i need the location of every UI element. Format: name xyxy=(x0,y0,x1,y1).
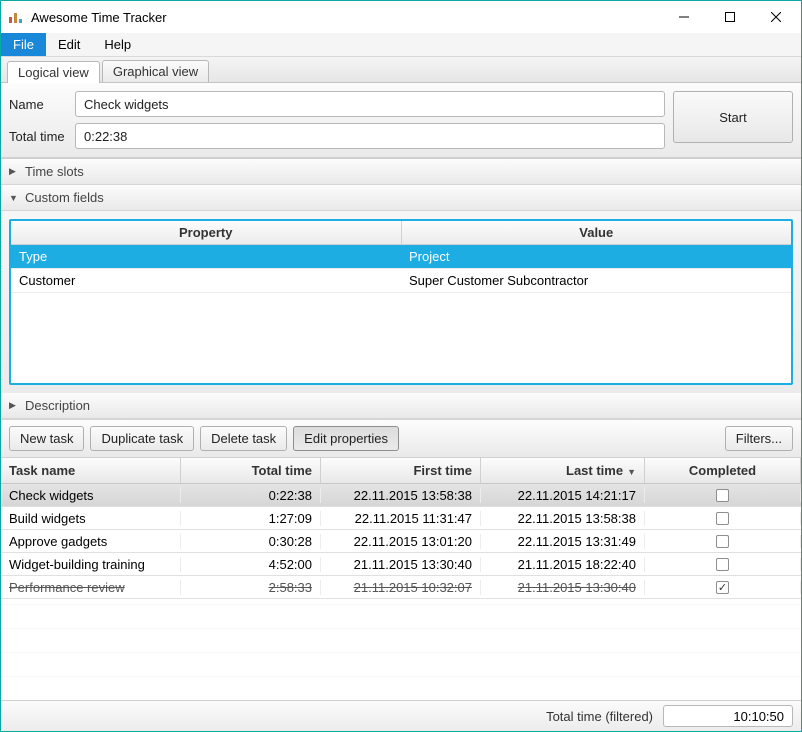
col-total-time[interactable]: Total time xyxy=(181,458,321,483)
accordion-customfields[interactable]: ▼ Custom fields xyxy=(1,185,801,211)
menu-edit[interactable]: Edit xyxy=(46,33,92,56)
completed-checkbox[interactable] xyxy=(716,512,729,525)
accordion-description[interactable]: ▶ Description xyxy=(1,393,801,419)
name-label: Name xyxy=(9,97,69,112)
cell-total-time: 4:52:00 xyxy=(181,557,321,572)
caret-right-icon: ▶ xyxy=(9,166,19,177)
table-row[interactable]: Check widgets0:22:3822.11.2015 13:58:382… xyxy=(1,484,801,507)
cell-last-time: 21.11.2015 18:22:40 xyxy=(481,557,645,572)
duplicate-task-button[interactable]: Duplicate task xyxy=(90,426,194,451)
cell-total-time: 1:27:09 xyxy=(181,511,321,526)
cell-first-time: 21.11.2015 13:30:40 xyxy=(321,557,481,572)
cf-row[interactable]: TypeProject xyxy=(11,245,791,269)
menu-file[interactable]: File xyxy=(1,33,46,56)
totaltime-input[interactable] xyxy=(75,123,665,149)
cell-last-time: 21.11.2015 13:30:40 xyxy=(481,580,645,595)
titlebar: Awesome Time Tracker xyxy=(1,1,801,33)
cf-col-value[interactable]: Value xyxy=(402,221,792,244)
app-icon xyxy=(9,11,25,23)
cf-row[interactable]: CustomerSuper Customer Subcontractor xyxy=(11,269,791,293)
cell-task-name: Performance review xyxy=(1,580,181,595)
footer: Total time (filtered) 10:10:50 xyxy=(1,701,801,731)
totaltime-label: Total time xyxy=(9,129,69,144)
table-row[interactable]: Approve gadgets0:30:2822.11.2015 13:01:2… xyxy=(1,530,801,553)
cell-first-time: 22.11.2015 13:58:38 xyxy=(321,488,481,503)
accordion-timeslots[interactable]: ▶ Time slots xyxy=(1,159,801,185)
name-input[interactable] xyxy=(75,91,665,117)
accordion-label: Time slots xyxy=(25,164,84,179)
footer-total-value: 10:10:50 xyxy=(663,705,793,727)
cell-first-time: 22.11.2015 13:01:20 xyxy=(321,534,481,549)
cell-completed xyxy=(645,512,801,525)
maximize-button[interactable] xyxy=(707,2,753,32)
tabs-strip: Logical view Graphical view xyxy=(1,57,801,83)
task-form: Name Total time Start xyxy=(1,83,801,158)
col-last-time[interactable]: Last time xyxy=(481,458,645,483)
cell-total-time: 2:58:33 xyxy=(181,580,321,595)
tab-logical-view[interactable]: Logical view xyxy=(7,61,100,83)
cell-completed xyxy=(645,581,801,594)
close-button[interactable] xyxy=(753,2,799,32)
cell-completed xyxy=(645,558,801,571)
minimize-button[interactable] xyxy=(661,2,707,32)
completed-checkbox[interactable] xyxy=(716,581,729,594)
cell-task-name: Build widgets xyxy=(1,511,181,526)
cell-task-name: Approve gadgets xyxy=(1,534,181,549)
cf-property: Customer xyxy=(11,269,401,292)
completed-checkbox[interactable] xyxy=(716,535,729,548)
table-row[interactable]: Widget-building training4:52:0021.11.201… xyxy=(1,553,801,576)
menu-help[interactable]: Help xyxy=(92,33,143,56)
cell-task-name: Check widgets xyxy=(1,488,181,503)
window-title: Awesome Time Tracker xyxy=(31,10,167,25)
start-button[interactable]: Start xyxy=(673,91,793,143)
table-row[interactable]: Build widgets1:27:0922.11.2015 11:31:472… xyxy=(1,507,801,530)
tab-graphical-view[interactable]: Graphical view xyxy=(102,60,209,82)
task-toolbar: New task Duplicate task Delete task Edit… xyxy=(1,419,801,458)
cf-property: Type xyxy=(11,245,401,268)
filters-button[interactable]: Filters... xyxy=(725,426,793,451)
task-grid: Task name Total time First time Last tim… xyxy=(1,458,801,701)
delete-task-button[interactable]: Delete task xyxy=(200,426,287,451)
cell-total-time: 0:22:38 xyxy=(181,488,321,503)
col-completed[interactable]: Completed xyxy=(645,458,801,483)
cell-first-time: 21.11.2015 10:32:07 xyxy=(321,580,481,595)
accordion-label: Custom fields xyxy=(25,190,104,205)
caret-right-icon: ▶ xyxy=(9,400,19,411)
new-task-button[interactable]: New task xyxy=(9,426,84,451)
cf-col-property[interactable]: Property xyxy=(11,221,402,244)
cell-first-time: 22.11.2015 11:31:47 xyxy=(321,511,481,526)
cf-value: Super Customer Subcontractor xyxy=(401,269,791,292)
footer-label: Total time (filtered) xyxy=(546,709,653,724)
edit-properties-button[interactable]: Edit properties xyxy=(293,426,399,451)
col-first-time[interactable]: First time xyxy=(321,458,481,483)
completed-checkbox[interactable] xyxy=(716,558,729,571)
accordion-label: Description xyxy=(25,398,90,413)
menubar: File Edit Help xyxy=(1,33,801,57)
cell-last-time: 22.11.2015 13:58:38 xyxy=(481,511,645,526)
cell-completed xyxy=(645,489,801,502)
cell-total-time: 0:30:28 xyxy=(181,534,321,549)
cell-last-time: 22.11.2015 14:21:17 xyxy=(481,488,645,503)
cf-value: Project xyxy=(401,245,791,268)
caret-down-icon: ▼ xyxy=(9,193,19,203)
cell-last-time: 22.11.2015 13:31:49 xyxy=(481,534,645,549)
grid-empty-area xyxy=(1,599,801,700)
cell-completed xyxy=(645,535,801,548)
table-row[interactable]: Performance review2:58:3321.11.2015 10:3… xyxy=(1,576,801,599)
col-task-name[interactable]: Task name xyxy=(1,458,181,483)
completed-checkbox[interactable] xyxy=(716,489,729,502)
cf-empty-area xyxy=(11,293,791,383)
cell-task-name: Widget-building training xyxy=(1,557,181,572)
customfields-panel: Property Value TypeProjectCustomerSuper … xyxy=(1,211,801,393)
